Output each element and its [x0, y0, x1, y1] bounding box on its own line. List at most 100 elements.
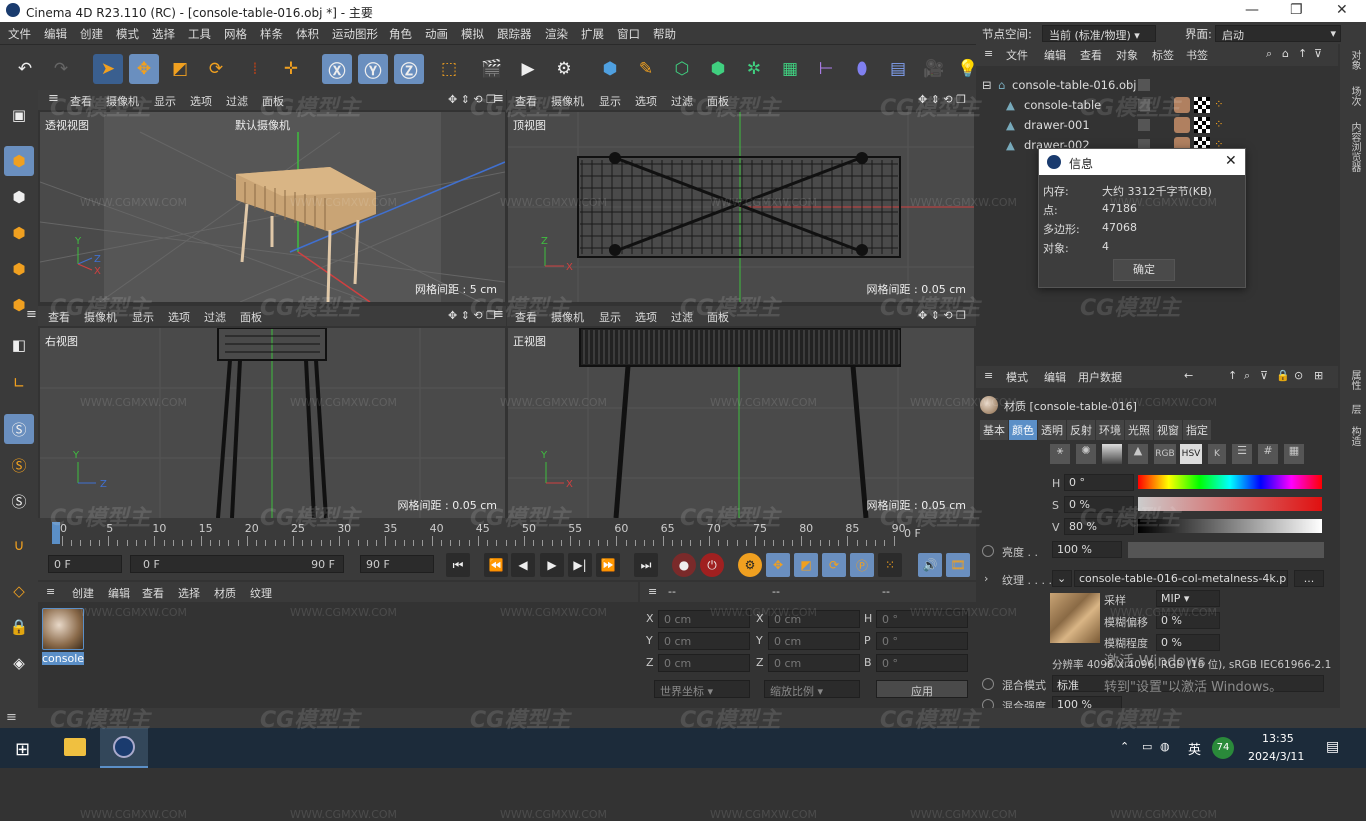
cinema4d-taskbar-icon[interactable] — [100, 728, 148, 768]
key-position-icon[interactable]: ✥ — [766, 553, 790, 577]
viewport-menu-0[interactable]: 查看 — [70, 93, 92, 109]
uv-mode-icon[interactable]: ◧ — [4, 330, 34, 360]
texture-file[interactable]: console-table-016-col-metalness-4k.pn — [1074, 570, 1288, 587]
attribute-tab-3[interactable]: 反射 — [1067, 420, 1095, 440]
quantize-icon[interactable]: ◈ — [4, 648, 34, 678]
viewport-menu-3[interactable]: 选项 — [635, 93, 657, 109]
coord-pos-field[interactable]: 0 cm — [658, 610, 750, 628]
menu-13[interactable]: 跟踪器 — [497, 26, 532, 42]
attributes-menu-2[interactable]: 用户数据 — [1078, 369, 1122, 385]
swatch-icon[interactable]: ▦ — [1284, 444, 1304, 464]
soft-selection-icon[interactable]: Ⓢ — [4, 486, 34, 516]
render-picture-viewer-icon[interactable]: ▶ — [513, 54, 543, 84]
material-menu-0[interactable]: 创建 — [72, 585, 94, 601]
viewport-menu-4[interactable]: 过滤 — [204, 309, 226, 325]
play-icon[interactable]: ▶ — [540, 553, 564, 577]
clock-time[interactable]: 13:35 — [1262, 732, 1294, 745]
subdivision-icon[interactable]: ⬡ — [667, 54, 697, 84]
brightness-radio[interactable] — [982, 545, 994, 557]
coord-scale-select[interactable]: 缩放比例 ▾ — [764, 680, 860, 698]
coord-rot-field[interactable]: 0 ° — [876, 610, 968, 628]
camera-icon[interactable]: 🎥 — [919, 54, 949, 84]
attribute-tab-1[interactable]: 颜色 — [1009, 420, 1037, 440]
action-center-icon[interactable]: ▤ — [1326, 739, 1339, 755]
coord-size-field[interactable]: 0 cm — [768, 654, 860, 672]
object-menu-4[interactable]: 标签 — [1152, 47, 1174, 63]
point-mode-icon[interactable]: ⬢ — [4, 218, 34, 248]
side-tab-1[interactable]: 场次 — [1347, 86, 1362, 106]
auto-key-icon[interactable]: ⏻ — [700, 553, 724, 577]
hamburger-icon[interactable]: ≡ — [493, 91, 504, 106]
x-axis-lock-icon[interactable]: Ⓧ — [322, 54, 352, 84]
object-name[interactable]: drawer-001 — [1024, 118, 1090, 132]
material-menu-1[interactable]: 编辑 — [108, 585, 130, 601]
side-tab-2[interactable]: 内容浏览器 — [1347, 122, 1362, 172]
brightness-value[interactable]: 100 % — [1052, 541, 1122, 558]
coord-rot-field[interactable]: 0 ° — [876, 654, 968, 672]
cloner-icon[interactable]: ✲ — [739, 54, 769, 84]
blur-offset-value[interactable]: 0 % — [1156, 612, 1220, 629]
viewport-menu-2[interactable]: 显示 — [599, 309, 621, 325]
texture-mode-icon[interactable]: ⬢ — [4, 182, 34, 212]
render-view-icon[interactable]: 🎬 — [477, 54, 507, 84]
pen-icon[interactable]: ✎ — [631, 54, 661, 84]
viewport-menu-4[interactable]: 过滤 — [671, 93, 693, 109]
attribute-tab-4[interactable]: 环境 — [1096, 420, 1124, 440]
viewport-menu-4[interactable]: 过滤 — [671, 309, 693, 325]
coordinate-system-icon[interactable]: ⬚ — [434, 54, 464, 84]
attribute-tab-6[interactable]: 视窗 — [1154, 420, 1182, 440]
side-tab-5[interactable]: 构造 — [1347, 426, 1362, 446]
material-name[interactable]: console — [42, 652, 84, 665]
menu-1[interactable]: 编辑 — [44, 26, 67, 42]
hue-slider[interactable] — [1138, 475, 1322, 489]
make-editable-icon[interactable]: ▣ — [4, 100, 34, 130]
viewport-menu-3[interactable]: 选项 — [168, 309, 190, 325]
menu-14[interactable]: 渲染 — [545, 26, 568, 42]
sampling-select[interactable]: MIP ▾ — [1156, 590, 1220, 607]
object-menu-5[interactable]: 书签 — [1186, 47, 1208, 63]
gradient-icon[interactable] — [1102, 444, 1122, 464]
object-row[interactable]: ▲ drawer-001 ⁘ — [976, 116, 1336, 136]
minimize-icon[interactable]: — — [1245, 2, 1259, 18]
y-axis-lock-icon[interactable]: Ⓨ — [358, 54, 388, 84]
viewport-menu-1[interactable]: 摄像机 — [551, 93, 584, 109]
viewport-menu-2[interactable]: 显示 — [599, 93, 621, 109]
menu-17[interactable]: 帮助 — [653, 26, 676, 42]
v-value[interactable]: 80 % — [1064, 518, 1134, 535]
up-icon[interactable]: ↑ — [1298, 47, 1307, 60]
attribute-tab-0[interactable]: 基本 — [980, 420, 1008, 440]
dialog-close-icon[interactable]: ✕ — [1225, 153, 1237, 169]
hamburger-icon[interactable]: ≡ — [648, 585, 657, 598]
menu-8[interactable]: 体积 — [296, 26, 319, 42]
current-frame-field[interactable]: 0 F — [48, 555, 122, 573]
attribute-tab-2[interactable]: 透明 — [1038, 420, 1066, 440]
viewport-menu-0[interactable]: 查看 — [515, 309, 537, 325]
visibility-toggle[interactable] — [1138, 79, 1150, 91]
h-value[interactable]: 0 ° — [1064, 474, 1134, 491]
search-icon[interactable]: ⌕ — [1244, 369, 1250, 383]
viewport-nav-icons[interactable]: ✥ ⇕ ⟲ ❐ — [918, 93, 966, 106]
apply-button[interactable]: 应用 — [876, 680, 968, 698]
side-tab-4[interactable]: 层 — [1347, 404, 1362, 414]
hamburger-icon[interactable]: ≡ — [48, 91, 59, 106]
viewport-menu-0[interactable]: 查看 — [515, 93, 537, 109]
coord-rot-field[interactable]: 0 ° — [876, 632, 968, 650]
attributes-menu-1[interactable]: 编辑 — [1044, 369, 1066, 385]
material-menu-4[interactable]: 材质 — [214, 585, 236, 601]
close-icon[interactable]: ✕ — [1336, 2, 1348, 18]
home-icon[interactable]: ⌂ — [1282, 47, 1289, 60]
viewport-menu-0[interactable]: 查看 — [48, 309, 70, 325]
picture-icon[interactable]: ▲ — [1128, 444, 1148, 464]
viewport-right[interactable]: Y Z 右视图 网格间距 : 0.05 cm — [40, 328, 505, 518]
viewport-front[interactable]: Y X 正视图 网格间距 : 0.05 cm — [508, 328, 974, 518]
viewport-menu-2[interactable]: 显示 — [154, 93, 176, 109]
saturation-slider[interactable] — [1138, 497, 1322, 511]
windows-start-icon[interactable]: ⊞ — [15, 739, 30, 760]
phong-tag-icon[interactable]: ⁘ — [1214, 117, 1224, 131]
object-menu-1[interactable]: 编辑 — [1044, 47, 1066, 63]
coord-pos-field[interactable]: 0 cm — [658, 632, 750, 650]
range-slider[interactable]: 0 F 90 F — [130, 555, 344, 573]
hamburger-icon[interactable]: ≡ — [6, 710, 17, 725]
object-name[interactable]: console-table-016.obj — [1012, 78, 1137, 92]
menu-15[interactable]: 扩展 — [581, 26, 604, 42]
